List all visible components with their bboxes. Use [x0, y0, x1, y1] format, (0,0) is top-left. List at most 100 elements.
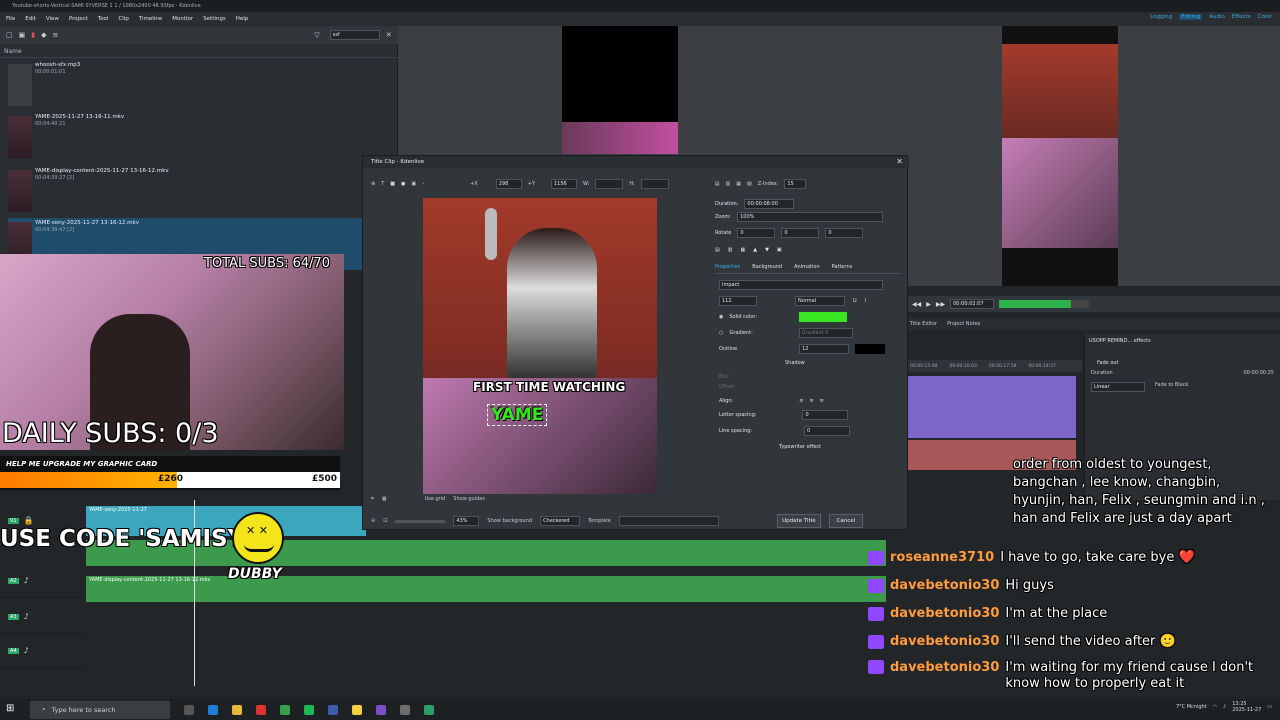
align-v-icon[interactable]: ▥ [728, 247, 733, 253]
font-select[interactable]: Impact [719, 280, 883, 290]
typewriter-checkbox[interactable]: Typewriter effect [779, 444, 901, 450]
windows-start-icon[interactable]: ⊞ [6, 703, 14, 714]
raise-icon[interactable]: ▲ [753, 247, 757, 253]
rewind-icon[interactable]: ◀◀ [912, 301, 921, 308]
rotate-x-input[interactable]: 0 [737, 228, 776, 238]
font-weight-select[interactable]: Normal [795, 296, 845, 306]
weather-widget[interactable]: 7°C Mcnight [1176, 704, 1207, 710]
show-guides-checkbox[interactable]: Show guides [453, 496, 485, 502]
close-icon[interactable]: ✕ [896, 157, 903, 166]
notes-icon[interactable] [352, 704, 362, 715]
speaker-icon[interactable]: ♪ [24, 612, 29, 621]
menu-edit[interactable]: Edit [25, 16, 36, 22]
align-right-icon[interactable]: ▦ [736, 181, 741, 187]
text-align-center-icon[interactable]: ≡ [809, 398, 813, 404]
canvas-text-first-time[interactable]: FIRST TIME WATCHING [473, 380, 625, 394]
audio-clip-2[interactable]: YAME-display-content-2025-11-27 13-16-12… [86, 576, 886, 602]
tab-background[interactable]: Background [752, 264, 782, 270]
more-tools-icon[interactable]: › [422, 181, 424, 187]
align-left-icon[interactable]: ▤ [715, 181, 720, 187]
tab-patterns[interactable]: Patterns [832, 264, 853, 270]
track-header-a2[interactable]: A2 ♪ [0, 564, 84, 598]
spotify-icon[interactable] [304, 704, 314, 715]
duration-input[interactable]: 00:00:08:00 [744, 199, 795, 209]
forward-icon[interactable]: ▶▶ [936, 301, 945, 308]
cancel-button[interactable]: Cancel [828, 514, 863, 528]
fade-to-black-checkbox[interactable]: Fade to Black [1155, 382, 1188, 392]
play-icon[interactable]: ▶ [926, 301, 931, 308]
bin-search-input[interactable]: ssf [329, 30, 380, 40]
rotate-z-input[interactable]: 0 [825, 228, 864, 238]
image-tool-icon[interactable]: ▣ [411, 181, 416, 187]
background-style-select[interactable]: Checkered [540, 516, 581, 526]
taskbar-search[interactable]: ⌕ Type here to search [30, 700, 170, 719]
menu-file[interactable]: File [6, 16, 15, 22]
folder-icon[interactable]: ▣ [19, 31, 26, 39]
tab-project-notes[interactable]: Project Notes [947, 321, 980, 327]
rotate-y-input[interactable]: 0 [781, 228, 820, 238]
bin-clip[interactable]: YAME-display-content-2025-11-27 13-16-12… [8, 166, 396, 218]
file-explorer-icon[interactable] [232, 704, 242, 715]
title-canvas[interactable]: FIRST TIME WATCHING YAME [423, 198, 657, 494]
zoom-input[interactable]: 100% [737, 212, 884, 222]
line-spacing-input[interactable]: 0 [804, 426, 851, 436]
align-top-icon[interactable]: ▧ [747, 181, 752, 187]
shadow-checkbox[interactable]: Shadow [785, 360, 901, 366]
fade-out-effect[interactable]: Fade out [1085, 358, 1280, 368]
zoom-percent-input[interactable]: 43% [453, 516, 480, 526]
underline-icon[interactable]: U [853, 298, 857, 304]
menu-clip[interactable]: Clip [118, 16, 128, 22]
volume-icon[interactable]: ♪ [1223, 704, 1226, 710]
kdenlive-icon[interactable] [328, 704, 338, 715]
zoom-slider[interactable] [395, 519, 446, 523]
edge-icon[interactable] [208, 704, 218, 715]
tag-icon[interactable]: ◆ [41, 31, 46, 39]
effect-duration-value[interactable]: 00:00:00:25 [1243, 370, 1274, 376]
layout-logging[interactable]: Logging [1150, 14, 1172, 20]
track-header-a3[interactable]: A3 ♪ [0, 600, 84, 634]
group-icon[interactable]: ▣ [777, 247, 782, 253]
menu-project[interactable]: Project [69, 16, 88, 22]
notification-icon[interactable]: ▭ [1267, 704, 1272, 710]
obs-icon[interactable] [256, 704, 266, 715]
layout-audio[interactable]: Audio [1209, 14, 1225, 20]
layout-color[interactable]: Color [1258, 14, 1272, 20]
text-align-left-icon[interactable]: ≡ [799, 398, 803, 404]
monitor-timecode[interactable]: 00:00:02:07 [950, 299, 995, 309]
wifi-icon[interactable]: ◠ [1213, 704, 1217, 710]
canvas-text-yame[interactable]: YAME [487, 404, 548, 426]
tab-animation[interactable]: Animation [794, 264, 820, 270]
gradient-radio[interactable]: ○ [719, 330, 723, 336]
bin-clip[interactable]: whoosh-sfx.mp3 00:00:01:01 [8, 60, 396, 112]
use-grid-checkbox[interactable]: Use grid [425, 496, 446, 502]
outline-color-swatch[interactable] [855, 344, 886, 354]
twitch-app-icon[interactable] [376, 704, 386, 715]
template-select[interactable] [618, 516, 719, 526]
y-input[interactable]: 1156 [550, 179, 577, 189]
ellipse-tool-icon[interactable]: ● [401, 181, 405, 187]
lower-icon[interactable]: ▼ [765, 247, 769, 253]
update-title-button[interactable]: Update Title [776, 514, 821, 528]
menu-help[interactable]: Help [236, 16, 249, 22]
crop-icon[interactable]: ⌗ [371, 496, 374, 502]
menu-tool[interactable]: Tool [98, 16, 109, 22]
app-icon[interactable] [400, 704, 410, 715]
timeline-ruler-right[interactable]: 00:00:15:48 00:00:16:03 00:00:17:18 00:0… [906, 360, 1082, 372]
menu-icon[interactable]: ≡ [53, 31, 59, 39]
curve-select[interactable]: Linear [1091, 382, 1145, 392]
menu-settings[interactable]: Settings [203, 16, 226, 22]
font-size-input[interactable]: 112 [719, 296, 757, 306]
outline-input[interactable]: 12 [799, 344, 850, 354]
speaker-icon[interactable]: ♪ [24, 646, 29, 655]
project-monitor[interactable] [1002, 26, 1118, 286]
distribute-icon[interactable]: ▦ [740, 247, 745, 253]
text-tool-icon[interactable]: T [381, 181, 384, 187]
menu-view[interactable]: View [46, 16, 59, 22]
bin-clip[interactable]: YAME-2025-11-27 13-16-11.mkv 00:04:40:21 [8, 112, 396, 164]
chrome-icon[interactable] [280, 704, 290, 715]
align-h-icon[interactable]: ▤ [715, 247, 720, 253]
filter-icon[interactable]: ▽ [314, 31, 319, 39]
title-clip-track[interactable] [906, 376, 1076, 438]
letter-spacing-input[interactable]: 0 [802, 410, 849, 420]
clip-monitor[interactable] [562, 26, 678, 154]
